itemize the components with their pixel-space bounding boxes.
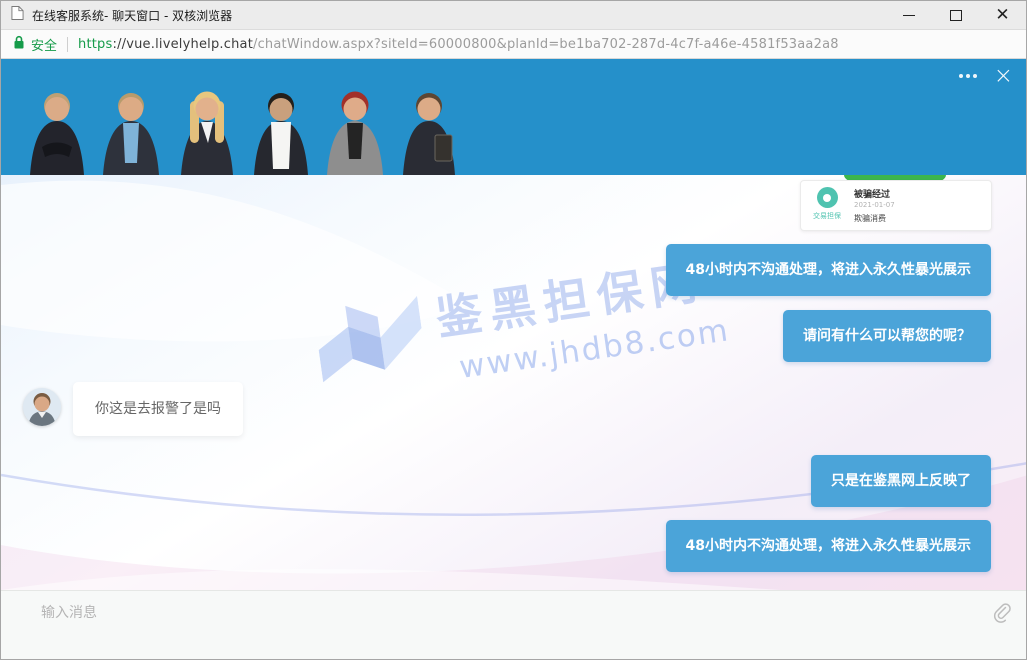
- url-host: ://vue.livelyhelp.chat: [112, 37, 253, 52]
- chat-bubble-outgoing: 请问有什么可以帮您的呢？: [783, 310, 991, 362]
- watermark-check-logo: [312, 286, 431, 405]
- menu-dots-icon[interactable]: [959, 74, 977, 78]
- address-bar[interactable]: 安全 https://vue.livelyhelp.chat/chatWindo…: [1, 30, 1026, 59]
- lock-icon: [13, 35, 25, 54]
- url-scheme: https: [78, 37, 112, 52]
- close-window-button[interactable]: ✕: [979, 2, 1026, 29]
- complaint-date: 2021-01-07: [854, 201, 983, 209]
- complaint-desc: 欺骗消费: [854, 213, 983, 224]
- page-icon: [11, 5, 24, 25]
- url-text[interactable]: https://vue.livelyhelp.chat/chatWindow.a…: [78, 37, 839, 52]
- chat-header-banner: ×: [1, 59, 1026, 175]
- security-label: 安全: [31, 35, 57, 54]
- agent-avatar: [23, 388, 61, 426]
- support-team-photo: [19, 85, 469, 175]
- window-title: 在线客服系统- 聊天窗口 - 双核浏览器: [32, 7, 232, 24]
- url-path: /chatWindow.aspx?siteId=60000800&planId=…: [253, 37, 839, 52]
- message-input[interactable]: [39, 600, 953, 656]
- browser-window: 在线客服系统- 聊天窗口 - 双核浏览器 ✕ 安全 https://vue.li…: [0, 0, 1027, 660]
- attachment-paperclip-icon[interactable]: [991, 602, 1013, 624]
- complaint-title: 被骗经过: [854, 187, 983, 200]
- chat-message-area: 鉴黑担保网 www.jhdb8.com 交易担保 被骗经过 2021-01-07…: [1, 175, 1026, 590]
- chat-bubble-outgoing: 48小时内不沟通处理，将进入永久性暴光展示: [666, 244, 991, 296]
- browser-title-bar: 在线客服系统- 聊天窗口 - 双核浏览器 ✕: [1, 1, 1026, 30]
- security-indicator[interactable]: 安全: [13, 35, 57, 54]
- maximize-button[interactable]: [932, 2, 979, 29]
- minimize-button[interactable]: [885, 2, 932, 29]
- maximize-icon: [950, 10, 962, 21]
- watermark-url: www.jhdb8.com: [457, 312, 732, 386]
- message-composer: [1, 590, 1026, 660]
- chat-header-actions: ×: [959, 67, 1013, 85]
- chat-bubble-outgoing: 只是在鉴黑网上反映了: [811, 455, 991, 507]
- close-icon: ✕: [995, 10, 1009, 20]
- chat-close-icon[interactable]: ×: [994, 67, 1013, 85]
- complaint-icon-label: 交易担保: [813, 211, 841, 221]
- address-bar-divider: [67, 37, 68, 52]
- minimize-icon: [903, 15, 915, 16]
- guarantee-ring-icon: [817, 187, 838, 208]
- complaint-icon-column: 交易担保: [809, 187, 845, 224]
- chat-bubble-outgoing: 48小时内不沟通处理，将进入永久性暴光展示: [666, 520, 991, 572]
- complaint-texts: 被骗经过 2021-01-07 欺骗消费 鉴乐城骗光!: [854, 187, 983, 224]
- complaint-preview-card[interactable]: 交易担保 被骗经过 2021-01-07 欺骗消费 鉴乐城骗光!: [800, 180, 992, 231]
- chat-bubble-incoming: 你这是去报警了是吗: [73, 382, 243, 436]
